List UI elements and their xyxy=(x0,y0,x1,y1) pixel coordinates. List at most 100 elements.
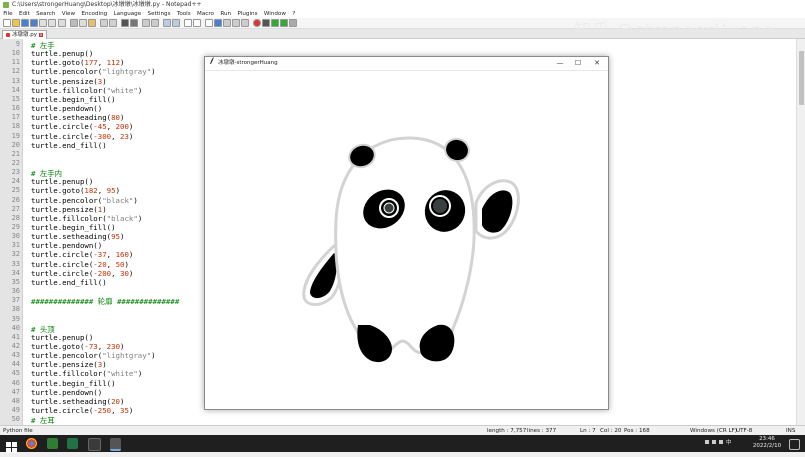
menu-settings[interactable]: Settings xyxy=(144,10,173,18)
menu-language[interactable]: Language xyxy=(110,10,144,18)
code-line[interactable]: turtle.end_fill() xyxy=(31,141,107,150)
code-line[interactable]: turtle.circle(-37, 160) xyxy=(31,250,133,259)
code-line[interactable]: turtle.penup() xyxy=(31,333,93,342)
code-line[interactable]: turtle.pencolor("lightgray") xyxy=(31,351,156,360)
code-line[interactable]: ############## 轮廓 ############## xyxy=(31,296,179,307)
tab-bingdundun-py[interactable]: 冰墩墩.py x xyxy=(2,30,47,39)
menu-macro[interactable]: Macro xyxy=(194,10,217,18)
clock[interactable]: 23:46 2022/2/10 xyxy=(752,436,782,450)
new-file-icon[interactable] xyxy=(3,19,11,27)
menu-encoding[interactable]: Encoding xyxy=(78,10,110,18)
folder-workspace-icon[interactable] xyxy=(241,19,249,27)
vertical-scrollbar[interactable] xyxy=(796,39,805,425)
sync-v-icon[interactable] xyxy=(163,19,171,27)
close-tab-icon[interactable]: x xyxy=(39,32,43,37)
code-line[interactable]: turtle.setheading(80) xyxy=(31,113,124,122)
code-line[interactable]: turtle.circle(-20, 50) xyxy=(31,260,129,269)
sync-h-icon[interactable] xyxy=(172,19,180,27)
code-line[interactable]: turtle.pendown() xyxy=(31,241,102,250)
code-line[interactable]: turtle.goto(177, 112) xyxy=(31,58,124,67)
code-line[interactable]: turtle.pensize(3) xyxy=(31,77,107,86)
paste-icon[interactable] xyxy=(88,19,96,27)
turtle-taskbar-icon[interactable] xyxy=(110,438,121,451)
menu-view[interactable]: View xyxy=(59,10,79,18)
line-number: 43 xyxy=(11,351,20,360)
menu-run[interactable]: Run xyxy=(217,10,234,18)
code-line[interactable]: turtle.setheading(95) xyxy=(31,232,124,241)
code-line[interactable]: # 左耳 xyxy=(31,415,55,425)
wechat-icon[interactable] xyxy=(47,438,58,449)
excel-icon[interactable] xyxy=(67,438,78,449)
run-macro-multiple-icon[interactable] xyxy=(280,19,288,27)
menu-help[interactable]: ? xyxy=(289,10,298,18)
code-line[interactable]: turtle.pensize(3) xyxy=(31,360,107,369)
menu-edit[interactable]: Edit xyxy=(16,10,33,18)
record-macro-icon[interactable] xyxy=(253,19,261,27)
play-macro-icon[interactable] xyxy=(271,19,279,27)
code-line[interactable]: turtle.setheading(20) xyxy=(31,397,124,406)
copy-icon[interactable] xyxy=(79,19,87,27)
menu-window[interactable]: Window xyxy=(261,10,289,18)
word-wrap-icon[interactable] xyxy=(184,19,192,27)
save-icon[interactable] xyxy=(21,19,29,27)
open-file-icon[interactable] xyxy=(12,19,20,27)
redo-icon[interactable] xyxy=(109,19,117,27)
find-icon[interactable] xyxy=(121,19,129,27)
windows-start-icon[interactable] xyxy=(6,438,17,453)
zoom-out-icon[interactable] xyxy=(151,19,159,27)
zoom-in-icon[interactable] xyxy=(142,19,150,27)
code-line[interactable]: turtle.pencolor("lightgray") xyxy=(31,67,156,76)
menu-tools[interactable]: Tools xyxy=(174,10,194,18)
notification-icon[interactable] xyxy=(789,439,800,450)
code-line[interactable]: turtle.begin_fill() xyxy=(31,95,116,104)
code-line[interactable]: turtle.circle(-200, 30) xyxy=(31,269,133,278)
undo-icon[interactable] xyxy=(100,19,108,27)
stop-macro-icon[interactable] xyxy=(262,19,270,27)
line-number: 40 xyxy=(11,323,20,332)
code-line[interactable]: turtle.circle(-300, 23) xyxy=(31,132,133,141)
print-icon[interactable] xyxy=(58,19,66,27)
code-line[interactable]: turtle.goto(182, 95) xyxy=(31,186,120,195)
capture-icon[interactable] xyxy=(88,438,101,451)
code-line[interactable]: turtle.penup() xyxy=(31,49,93,58)
code-line[interactable]: turtle.circle(-45, 200) xyxy=(31,122,133,131)
function-list-icon[interactable] xyxy=(232,19,240,27)
code-line[interactable]: turtle.pencolor("black") xyxy=(31,196,138,205)
turtle-window-titlebar[interactable]: 冰墩墩-strongerHuang — ☐ ✕ xyxy=(205,57,608,71)
menu-file[interactable]: File xyxy=(0,10,16,18)
code-line[interactable]: turtle.fillcolor("black") xyxy=(31,214,142,223)
code-line[interactable]: turtle.pensize(1) xyxy=(31,205,107,214)
close-all-icon[interactable] xyxy=(48,19,56,27)
code-line[interactable]: turtle.circle(-250, 35) xyxy=(31,406,133,415)
unsaved-file-icon xyxy=(6,32,10,37)
save-all-icon[interactable] xyxy=(30,19,38,27)
turtle-window[interactable]: 冰墩墩-strongerHuang — ☐ ✕ xyxy=(204,56,609,410)
code-line[interactable]: turtle.pendown() xyxy=(31,388,102,397)
code-line[interactable]: turtle.pendown() xyxy=(31,104,102,113)
indent-guide-icon[interactable] xyxy=(205,19,213,27)
menu-plugins[interactable]: Plugins xyxy=(234,10,260,18)
cut-icon[interactable] xyxy=(70,19,78,27)
code-line[interactable]: turtle.penup() xyxy=(31,177,93,186)
minimize-button[interactable]: — xyxy=(551,57,569,70)
doc-map-icon[interactable] xyxy=(223,19,231,27)
code-line[interactable]: turtle.fillcolor("white") xyxy=(31,86,142,95)
menu-search[interactable]: Search xyxy=(33,10,59,18)
code-line[interactable]: turtle.goto(-73, 230) xyxy=(31,342,124,351)
save-macro-icon[interactable] xyxy=(289,19,297,27)
scrollbar-thumb[interactable] xyxy=(799,51,804,105)
code-line[interactable]: turtle.begin_fill() xyxy=(31,223,116,232)
code-line[interactable]: turtle.end_fill() xyxy=(31,278,107,287)
tray-icons[interactable]: 中 xyxy=(705,440,732,447)
show-all-chars-icon[interactable] xyxy=(193,19,201,27)
close-window-button[interactable]: ✕ xyxy=(588,57,606,70)
code-line[interactable]: turtle.begin_fill() xyxy=(31,379,116,388)
close-file-icon[interactable] xyxy=(39,19,47,27)
input-method-indicator[interactable]: 中 xyxy=(726,440,732,446)
code-line[interactable]: turtle.fillcolor("white") xyxy=(31,369,142,378)
maximize-button[interactable]: ☐ xyxy=(569,57,587,70)
lang-icon[interactable] xyxy=(214,19,222,27)
notepadpp-icon xyxy=(3,2,9,8)
replace-icon[interactable] xyxy=(130,19,138,27)
chrome-icon[interactable] xyxy=(26,438,37,449)
